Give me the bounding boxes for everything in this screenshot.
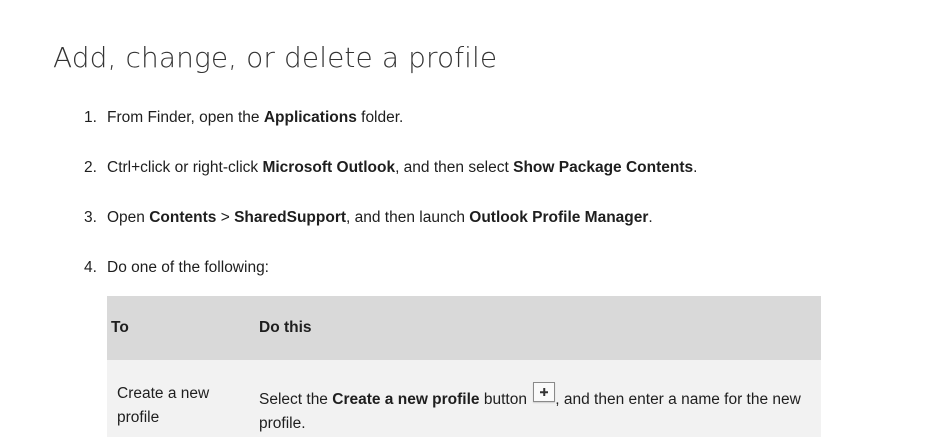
step-text: From Finder, open the [107,109,264,126]
page-title: Add, change, or delete a profile [53,41,498,74]
ui-term: Microsoft Outlook [262,159,396,176]
column-header-to: To [111,319,129,336]
ui-term: Outlook Profile Manager [469,209,649,226]
step-text: > [216,209,235,226]
cell-text: Select the [259,391,333,408]
step-number: 4. [84,259,97,276]
table-header-row: To Do this [107,296,821,360]
options-table: To Do this Create a new profile Select t… [107,296,821,443]
ui-term: Create a new profile [332,391,480,408]
step-text: Open [107,209,150,226]
step-number: 3. [84,209,97,226]
step-1: 1. From Finder, open the Applications fol… [84,107,403,129]
plus-icon [533,382,556,402]
cell-text: button [479,391,532,408]
column-header-do-this: Do this [259,319,312,336]
step-4: 4. Do one of the following: [84,257,269,279]
step-text: . [693,159,698,176]
step-2: 2. Ctrl+click or right-click Microsoft Ou… [84,157,697,179]
step-text: folder. [356,109,404,126]
step-text: , and then launch [346,209,470,226]
ui-term: Show Package Contents [513,159,694,176]
step-3: 3. Open Contents > SharedSupport, and the… [84,207,653,229]
ui-term: Applications [263,109,357,126]
step-number: 2. [84,159,97,176]
table-cell-to: Create a new profile [117,385,210,426]
ui-term: SharedSupport [234,209,347,226]
step-text: Do one of the following: [107,259,269,276]
step-text: Ctrl+click or right-click [107,159,263,176]
step-text: , and then select [395,159,514,176]
ui-term: Contents [149,209,217,226]
step-text: . [648,209,653,226]
table-cell-do-this: Select the Create a new profile button ,… [259,360,821,437]
table-row: Create a new profile Select the Create a… [107,360,821,437]
step-number: 1. [84,109,97,126]
